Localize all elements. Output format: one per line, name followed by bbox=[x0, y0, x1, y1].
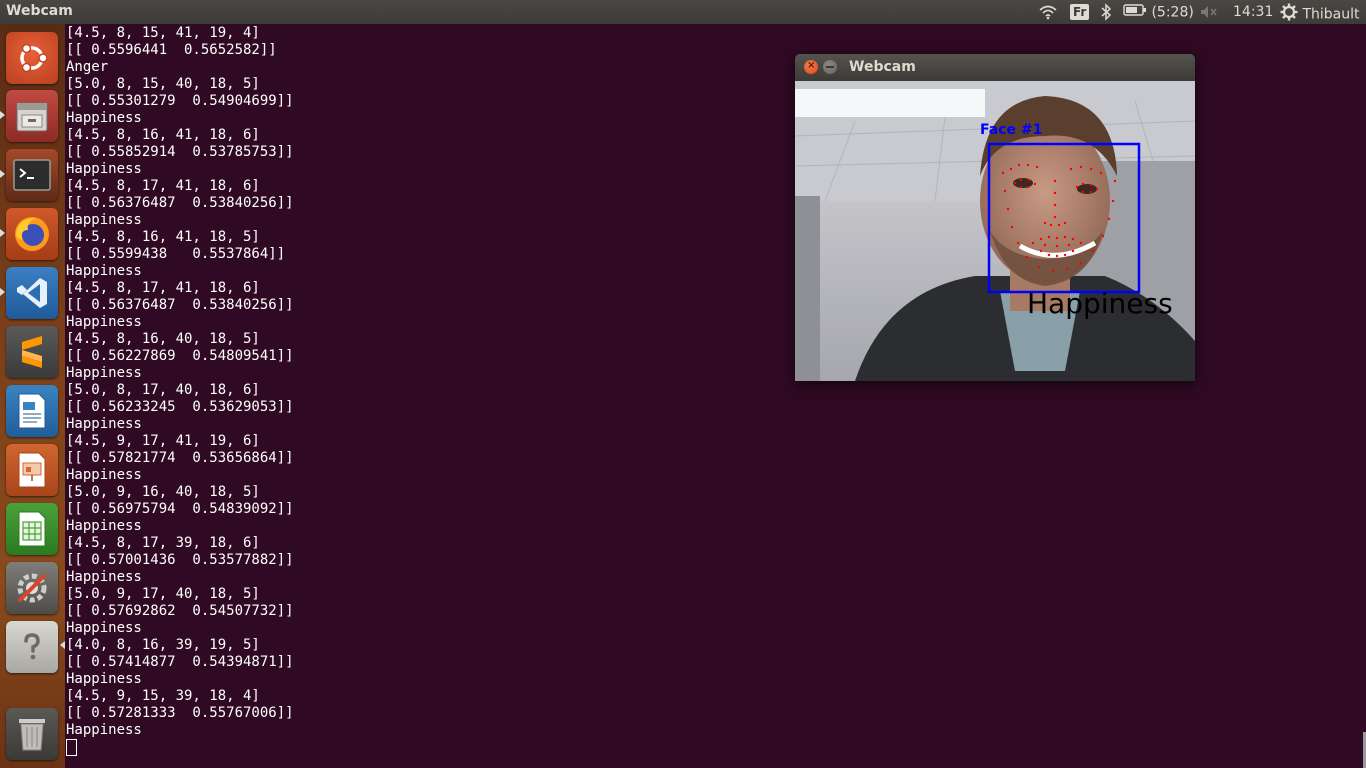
vscode-icon bbox=[13, 274, 51, 312]
terminal-icon bbox=[12, 157, 52, 193]
launcher-system-settings[interactable] bbox=[6, 562, 58, 614]
terminal-line: [5.0, 8, 17, 40, 18, 6] bbox=[66, 382, 260, 398]
trash-icon bbox=[14, 714, 50, 754]
terminal-line: Happiness bbox=[66, 671, 142, 687]
launcher-firefox[interactable] bbox=[6, 208, 58, 260]
terminal-line: [[ 0.57001436 0.53577882]] bbox=[66, 552, 294, 568]
top-panel: Webcam Fr (5:28) 14:31 Thibault bbox=[0, 0, 1366, 24]
webcam-video-frame: Face #1 Happiness bbox=[795, 81, 1195, 381]
minimize-icon bbox=[826, 66, 834, 68]
close-button[interactable]: × bbox=[804, 60, 818, 74]
webcam-scene: Face #1 Happiness bbox=[795, 81, 1195, 381]
file-cabinet-icon bbox=[13, 97, 51, 135]
battery-indicator[interactable]: (5:28) bbox=[1123, 3, 1194, 21]
terminal-line: [[ 0.57692862 0.54507732]] bbox=[66, 603, 294, 619]
emotion-label: Happiness bbox=[1027, 287, 1173, 320]
active-indicator bbox=[60, 641, 65, 649]
terminal-line: [5.0, 9, 17, 40, 18, 5] bbox=[66, 586, 260, 602]
launcher-terminal[interactable] bbox=[6, 149, 58, 201]
writer-document-icon bbox=[15, 392, 49, 430]
launcher-vscode[interactable] bbox=[6, 267, 58, 319]
terminal-line: Happiness bbox=[66, 518, 142, 534]
launcher bbox=[0, 24, 65, 768]
close-icon: × bbox=[807, 60, 816, 71]
terminal-line: [[ 0.57281333 0.55767006]] bbox=[66, 705, 294, 721]
terminal-line: [[ 0.56975794 0.54839092]] bbox=[66, 501, 294, 517]
terminal-line: [4.0, 8, 16, 39, 19, 5] bbox=[66, 637, 260, 653]
terminal-line: [[ 0.57414877 0.54394871]] bbox=[66, 654, 294, 670]
sublime-text-icon bbox=[14, 334, 50, 370]
active-app-title: Webcam bbox=[6, 3, 73, 19]
launcher-sublime-text[interactable] bbox=[6, 326, 58, 378]
terminal-line: Happiness bbox=[66, 569, 142, 585]
wifi-icon[interactable] bbox=[1038, 3, 1058, 21]
terminal-line: [[ 0.56233245 0.53629053]] bbox=[66, 399, 294, 415]
minimize-button[interactable] bbox=[823, 60, 837, 74]
bluetooth-icon[interactable] bbox=[1100, 3, 1112, 21]
terminal-line: [4.5, 9, 17, 41, 19, 6] bbox=[66, 433, 260, 449]
terminal-line: Happiness bbox=[66, 620, 142, 636]
terminal-line: [4.5, 9, 15, 39, 18, 4] bbox=[66, 688, 260, 704]
terminal-line: [5.0, 9, 16, 40, 18, 5] bbox=[66, 484, 260, 500]
terminal-line: Happiness bbox=[66, 722, 142, 738]
launcher-libreoffice-impress[interactable] bbox=[6, 444, 58, 496]
impress-presentation-icon bbox=[15, 451, 49, 489]
gear-icon bbox=[1280, 3, 1298, 26]
launcher-trash[interactable] bbox=[6, 708, 58, 760]
user-name: Thibault bbox=[1302, 6, 1360, 23]
terminal-prompt-line[interactable] bbox=[66, 739, 1366, 756]
text-cursor bbox=[66, 739, 77, 756]
launcher-ubuntu-dash[interactable] bbox=[6, 32, 58, 84]
ubuntu-logo-icon bbox=[14, 40, 50, 76]
running-indicator bbox=[0, 111, 5, 119]
volume-muted-icon[interactable] bbox=[1199, 3, 1219, 21]
webcam-window[interactable]: × Webcam Face #1 Happiness bbox=[795, 54, 1195, 381]
webcam-window-title: Webcam bbox=[849, 59, 916, 75]
running-indicator bbox=[0, 288, 5, 296]
battery-icon bbox=[1123, 3, 1147, 22]
webcam-titlebar[interactable]: × Webcam bbox=[795, 54, 1195, 81]
terminal-line: Happiness bbox=[66, 416, 142, 432]
terminal-line: [4.5, 8, 17, 39, 18, 6] bbox=[66, 535, 260, 551]
settings-wrench-icon bbox=[12, 568, 52, 608]
keyboard-layout-indicator[interactable]: Fr bbox=[1070, 4, 1090, 20]
running-indicator bbox=[0, 170, 5, 178]
face-id-label: Face #1 bbox=[980, 122, 1042, 138]
calc-spreadsheet-icon bbox=[15, 510, 49, 548]
clock[interactable]: 14:31 bbox=[1233, 3, 1273, 21]
launcher-files[interactable] bbox=[6, 90, 58, 142]
battery-time: (5:28) bbox=[1151, 4, 1194, 21]
question-mark-icon bbox=[14, 629, 50, 665]
firefox-icon bbox=[12, 214, 52, 254]
terminal-line: [[ 0.57821774 0.53656864]] bbox=[66, 450, 294, 466]
launcher-libreoffice-calc[interactable] bbox=[6, 503, 58, 555]
launcher-help[interactable] bbox=[6, 621, 58, 673]
session-menu[interactable]: Thibault bbox=[1280, 3, 1360, 23]
launcher-libreoffice-writer[interactable] bbox=[6, 385, 58, 437]
running-indicator bbox=[0, 229, 5, 237]
terminal-line: Happiness bbox=[66, 467, 142, 483]
terminal-line: [4.5, 8, 15, 41, 19, 4] bbox=[66, 25, 260, 41]
